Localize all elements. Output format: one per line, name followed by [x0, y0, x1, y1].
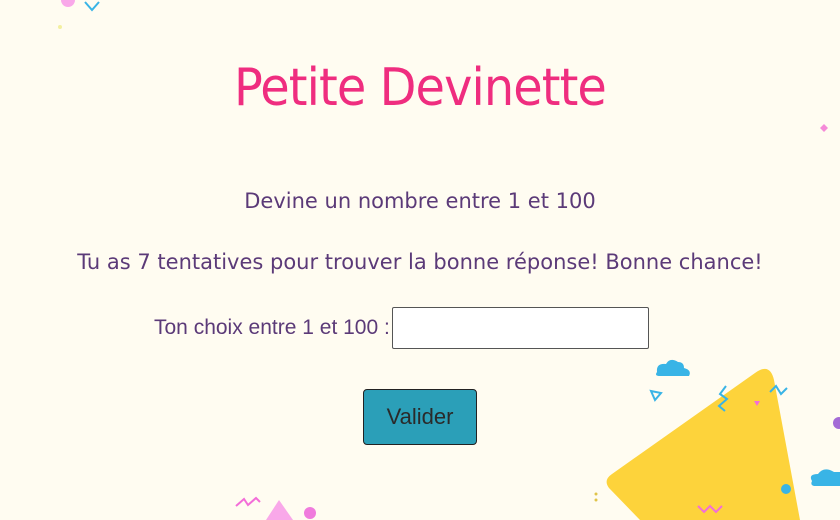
intro-text: Devine un nombre entre 1 et 100	[244, 189, 596, 213]
attempts-message: Tu as 7 tentatives pour trouver la bonne…	[77, 250, 763, 274]
submit-button[interactable]: Valider	[363, 389, 477, 445]
page-title: Petite Devinette	[234, 58, 607, 118]
guess-label: Ton choix entre 1 et 100 :	[154, 316, 390, 339]
guess-input[interactable]	[391, 307, 649, 349]
guess-form: Ton choix entre 1 et 100 :	[154, 305, 649, 351]
